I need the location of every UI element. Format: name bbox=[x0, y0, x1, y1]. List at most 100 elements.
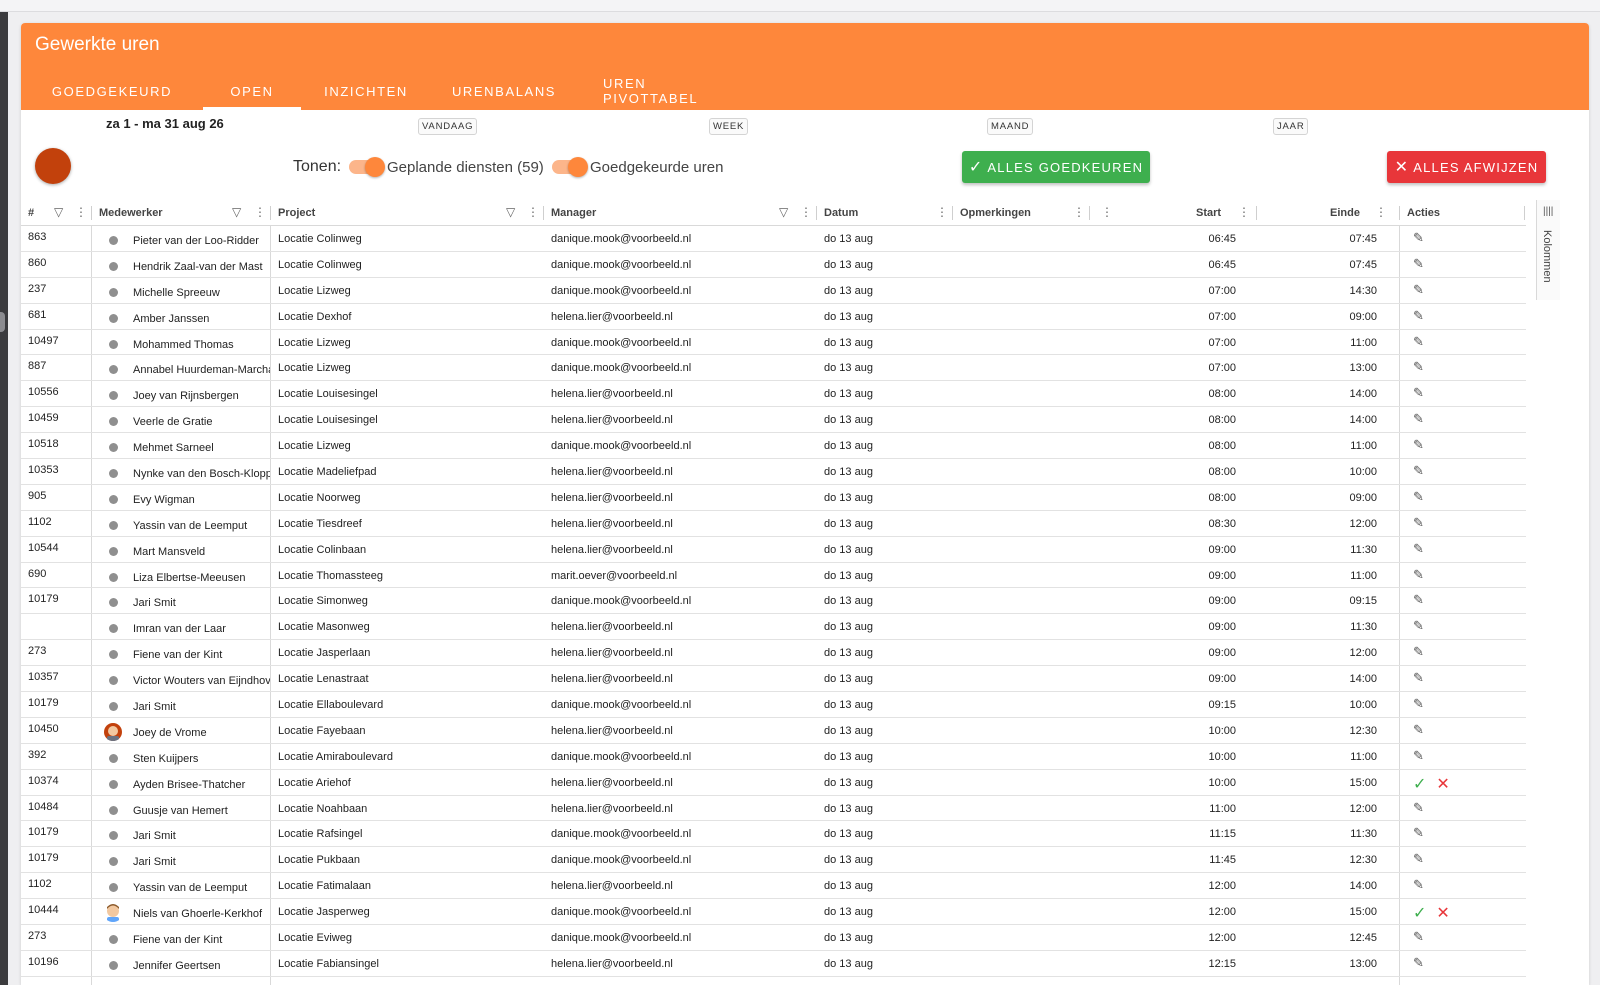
row-start: 08:30 bbox=[1208, 517, 1236, 530]
table-row[interactable]: 10179 Jari Smit Locatie Simonweg danique.mo… bbox=[21, 588, 1526, 615]
period-month-button[interactable]: MAAND bbox=[987, 118, 1034, 135]
edit-icon[interactable]: ✎ bbox=[1413, 670, 1424, 685]
edit-icon[interactable]: ✎ bbox=[1413, 282, 1424, 297]
planned-shifts-toggle[interactable] bbox=[349, 157, 385, 177]
table-row[interactable]: 860 Hendrik Zaal-van der Mast Locatie Coli… bbox=[21, 252, 1526, 278]
table-row[interactable]: 1102 Yassin van de Leemput Locatie Fatimal… bbox=[21, 873, 1526, 900]
edit-icon[interactable]: ✎ bbox=[1413, 567, 1424, 582]
edit-icon[interactable]: ✎ bbox=[1413, 592, 1424, 607]
table-row[interactable]: 10450 Joey de Vrome Locatie Fayebaan helena… bbox=[21, 718, 1526, 744]
edit-icon[interactable]: ✎ bbox=[1413, 696, 1424, 711]
date-range-label[interactable]: za 1 - ma 31 aug 26 bbox=[106, 116, 224, 131]
edit-icon[interactable]: ✎ bbox=[1413, 877, 1424, 892]
approved-hours-toggle[interactable] bbox=[552, 157, 588, 177]
edit-icon[interactable]: ✎ bbox=[1413, 489, 1424, 504]
filter-icon[interactable]: ▽ bbox=[506, 205, 515, 219]
edit-icon[interactable]: ✎ bbox=[1413, 929, 1424, 944]
edit-icon[interactable]: ✎ bbox=[1413, 334, 1424, 349]
edit-icon[interactable]: ✎ bbox=[1413, 411, 1424, 426]
edit-icon[interactable]: ✎ bbox=[1413, 437, 1424, 452]
table-row[interactable]: 10459 Veerle de Gratie Locatie Louisesinge… bbox=[21, 407, 1526, 434]
column-menu-icon[interactable]: ⋮ bbox=[1238, 205, 1250, 219]
table-row[interactable]: 10444 Niels van Ghoerle-Kerkhof Locatie Ja… bbox=[21, 899, 1526, 926]
approve-icon[interactable]: ✓ bbox=[1413, 905, 1426, 922]
edit-icon[interactable]: ✎ bbox=[1413, 955, 1424, 970]
row-end: 13:00 bbox=[1349, 362, 1377, 375]
row-id: 10179 bbox=[28, 697, 59, 710]
table-row[interactable]: 273 Fiene van der Kint Locatie Eviweg daniq… bbox=[21, 925, 1526, 951]
edit-icon[interactable]: ✎ bbox=[1413, 230, 1424, 245]
left-edge-handle[interactable] bbox=[0, 312, 5, 332]
approve-all-button[interactable]: ✓ ALLES GOEDKEUREN bbox=[962, 151, 1150, 183]
table-row[interactable]: 10484 Guusje van Hemert Locatie Noahbaan he… bbox=[21, 796, 1526, 822]
table-row[interactable]: 10196 Jennifer Geertsen Locatie Fabiansing… bbox=[21, 951, 1526, 977]
reject-icon[interactable]: ✕ bbox=[1436, 905, 1449, 922]
edit-icon[interactable]: ✎ bbox=[1413, 515, 1424, 530]
edit-icon[interactable]: ✎ bbox=[1413, 541, 1424, 556]
column-menu-icon[interactable]: ⋮ bbox=[1073, 205, 1085, 219]
edit-icon[interactable]: ✎ bbox=[1413, 644, 1424, 659]
edit-icon[interactable]: ✎ bbox=[1413, 618, 1424, 633]
edit-icon[interactable]: ✎ bbox=[1413, 463, 1424, 478]
row-employee: Liza Elbertse-Meeusen bbox=[133, 571, 246, 584]
column-menu-icon[interactable]: ⋮ bbox=[527, 205, 539, 219]
table-row[interactable]: 237 Michelle Spreeuw Locatie Lizweg danique… bbox=[21, 278, 1526, 304]
table-row[interactable]: 392 Sten Kuijpers Locatie Amiraboulevard da… bbox=[21, 744, 1526, 770]
table-row[interactable]: 690 Liza Elbertse-Meeusen Locatie Thomasst… bbox=[21, 563, 1526, 589]
column-menu-icon[interactable]: ⋮ bbox=[254, 205, 266, 219]
edit-icon[interactable]: ✎ bbox=[1413, 359, 1424, 374]
row-date: do 13 aug bbox=[824, 258, 873, 271]
edit-icon[interactable]: ✎ bbox=[1413, 851, 1424, 866]
table-row[interactable]: 887 Annabel Huurdeman-Marcha Locatie Lizwe… bbox=[21, 355, 1526, 382]
table-row[interactable]: 1102 Yassin van de Leemput Locatie Tiesdre… bbox=[21, 511, 1526, 537]
row-date: do 13 aug bbox=[824, 362, 873, 375]
edit-icon[interactable]: ✎ bbox=[1413, 825, 1424, 840]
table-row[interactable]: 10544 Mart Mansveld Locatie Colinbaan helen… bbox=[21, 537, 1526, 563]
table-row[interactable]: 10497 Mohammed Thomas Locatie Lizweg daniqu… bbox=[21, 330, 1526, 356]
table-row[interactable]: 10518 Mehmet Sarneel Locatie Lizweg danique… bbox=[21, 433, 1526, 460]
filter-icon[interactable]: ▽ bbox=[779, 205, 788, 219]
edit-icon[interactable]: ✎ bbox=[1413, 308, 1424, 323]
tab-goedgekeurd[interactable]: GOEDGEKEURD bbox=[21, 72, 203, 110]
period-today-button[interactable]: VANDAAG bbox=[418, 118, 478, 135]
table-row[interactable]: 863 Pieter van der Loo-Ridder Locatie Coli… bbox=[21, 226, 1526, 252]
tab-urenbalans[interactable]: URENBALANS bbox=[431, 72, 577, 110]
edit-icon[interactable]: ✎ bbox=[1413, 800, 1424, 815]
row-start: 08:00 bbox=[1208, 466, 1236, 479]
tab-open[interactable]: OPEN bbox=[203, 72, 301, 110]
column-menu-icon[interactable]: ⋮ bbox=[75, 205, 87, 219]
column-menu-icon[interactable]: ⋮ bbox=[800, 205, 812, 219]
filter-icon[interactable]: ▽ bbox=[54, 205, 63, 219]
edit-icon[interactable]: ✎ bbox=[1413, 385, 1424, 400]
column-menu-icon[interactable]: ⋮ bbox=[1375, 205, 1387, 219]
tab-inzichten[interactable]: INZICHTEN bbox=[301, 72, 431, 110]
reject-all-button[interactable]: ✕ ALLES AFWIJZEN bbox=[1387, 151, 1546, 183]
reject-icon[interactable]: ✕ bbox=[1436, 776, 1449, 793]
edit-icon[interactable]: ✎ bbox=[1413, 722, 1424, 737]
table-row[interactable]: 10179 Jari Smit Locatie Rafsingel danique.m… bbox=[21, 821, 1526, 848]
period-year-button[interactable]: JAAR bbox=[1273, 118, 1309, 135]
edit-icon[interactable]: ✎ bbox=[1413, 256, 1424, 271]
edit-icon[interactable]: ✎ bbox=[1413, 748, 1424, 763]
table-row[interactable]: 10556 Joey van Rijnsbergen Locatie Louises… bbox=[21, 381, 1526, 408]
column-menu-icon[interactable]: ⋮ bbox=[936, 205, 948, 219]
column-menu-icon[interactable]: ⋮ bbox=[1101, 205, 1113, 219]
row-date: do 13 aug bbox=[824, 906, 873, 919]
table-row[interactable]: 10353 Nynke van den Bosch-Kloppe Locatie M… bbox=[21, 459, 1526, 485]
tab-uren-pivottabel[interactable]: UREN PIVOTTABEL bbox=[577, 72, 757, 110]
table-row[interactable]: 681 Amber Janssen Locatie Dexhof helena.lie… bbox=[21, 304, 1526, 330]
table-row[interactable]: Imran van der Laar Locatie Masonweg helena… bbox=[21, 614, 1526, 641]
user-avatar[interactable] bbox=[35, 148, 71, 184]
table-row[interactable]: 10357 Victor Wouters van Eijndhove Locatie… bbox=[21, 666, 1526, 693]
approve-icon[interactable]: ✓ bbox=[1413, 776, 1426, 793]
table-row[interactable]: 10179 Jari Smit Locatie Ellaboulevard daniq… bbox=[21, 692, 1526, 718]
table-row[interactable]: 10179 Jari Smit Locatie Pukbaan danique.moo… bbox=[21, 847, 1526, 874]
table-row[interactable]: 10374 Ayden Brisee-Thatcher Locatie Arieho… bbox=[21, 770, 1526, 796]
columns-side-panel[interactable]: |||| Kolommen bbox=[1536, 200, 1560, 300]
row-id: 10497 bbox=[28, 334, 59, 347]
table-row[interactable]: 273 Fiene van der Kint Locatie Jasperlaan h… bbox=[21, 640, 1526, 667]
period-week-button[interactable]: WEEK bbox=[709, 118, 749, 135]
filter-icon[interactable]: ▽ bbox=[232, 205, 241, 219]
row-start: 09:00 bbox=[1208, 647, 1236, 660]
table-row[interactable]: 905 Evy Wigman Locatie Noorweg helena.lier@… bbox=[21, 485, 1526, 511]
